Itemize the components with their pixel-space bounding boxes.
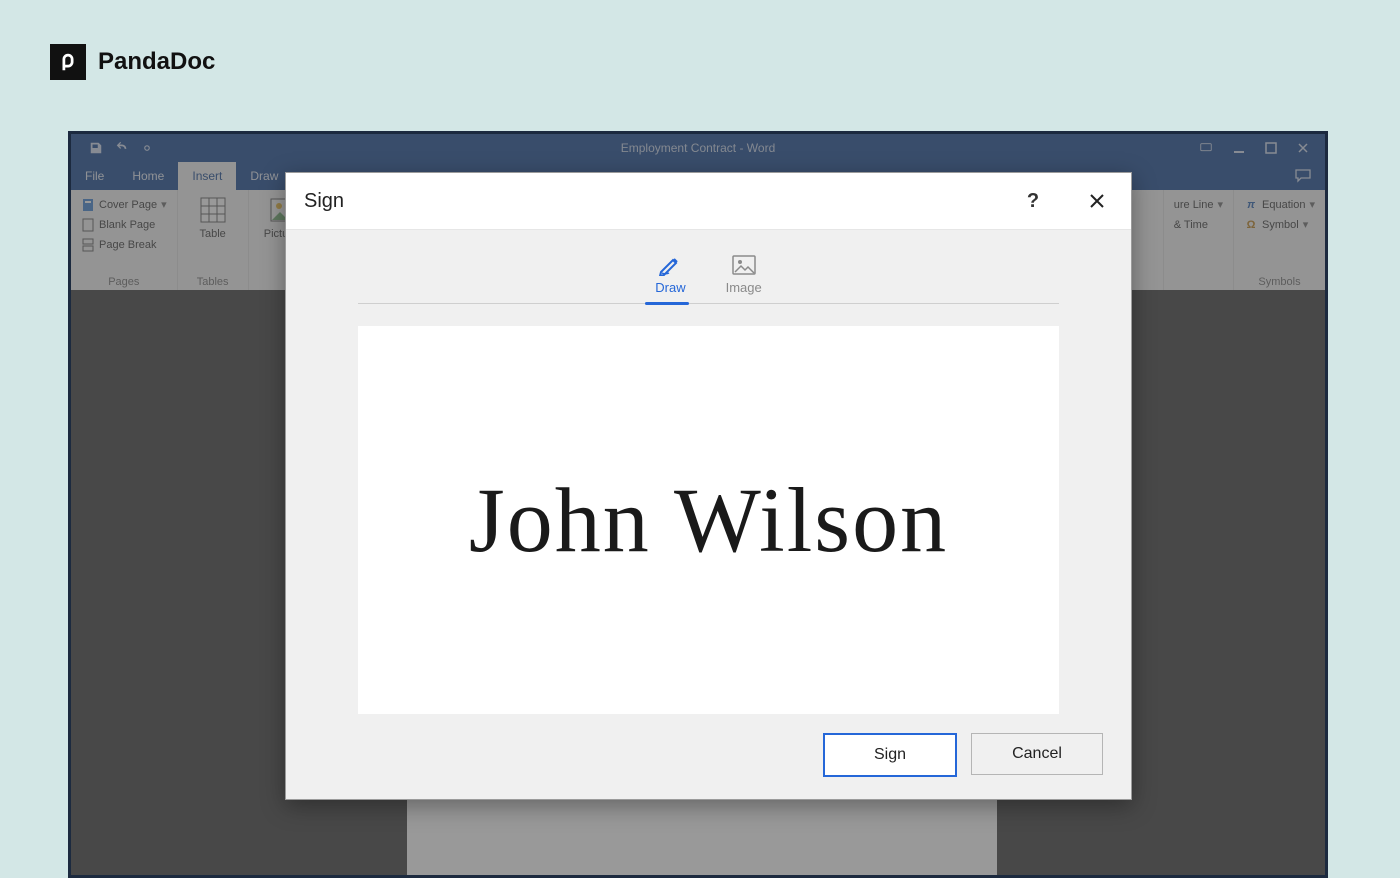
signature-text: John Wilson (469, 467, 948, 573)
pandadoc-logo-icon (50, 44, 86, 80)
draw-pen-icon (657, 254, 683, 276)
cancel-button[interactable]: Cancel (971, 733, 1103, 775)
dialog-title: Sign (304, 190, 344, 213)
image-icon (731, 254, 757, 276)
brand-name: PandaDoc (98, 48, 215, 76)
brand: PandaDoc (50, 44, 215, 80)
sign-button[interactable]: Sign (823, 733, 957, 777)
help-button[interactable]: ? (1017, 185, 1049, 217)
close-button[interactable] (1081, 185, 1113, 217)
tab-draw-label: Draw (655, 280, 685, 295)
tab-image[interactable]: Image (726, 254, 762, 295)
signature-canvas[interactable]: John Wilson (358, 326, 1059, 714)
sign-dialog: Sign ? Draw Image John Wilson (285, 172, 1132, 800)
tab-draw[interactable]: Draw (655, 254, 685, 295)
tab-image-label: Image (726, 280, 762, 295)
